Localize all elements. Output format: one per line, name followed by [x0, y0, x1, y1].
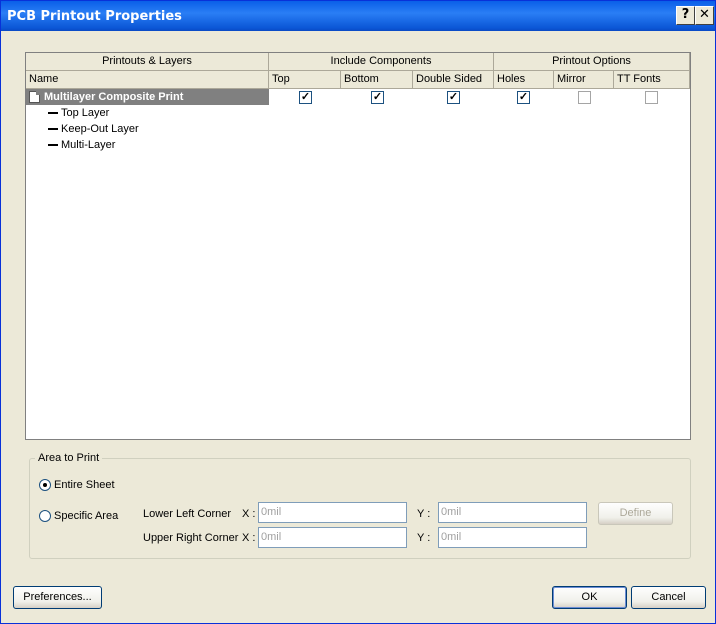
column-holes[interactable]: Holes	[494, 71, 554, 89]
column-mirror[interactable]: Mirror	[554, 71, 614, 89]
row-name: Top Layer	[61, 107, 110, 119]
row-name: Multi-Layer	[61, 139, 116, 151]
row-name-cell[interactable]: Multi-Layer	[26, 137, 269, 153]
row-name-cell[interactable]: Keep-Out Layer	[26, 121, 269, 137]
lower-left-corner-label: Lower Left Corner	[143, 508, 232, 520]
title-bar[interactable]: PCB Printout Properties ? ✕	[1, 1, 715, 31]
column-top[interactable]: Top	[269, 71, 341, 89]
column-name[interactable]: Name	[26, 71, 269, 89]
checkbox-tt-fonts[interactable]	[645, 91, 658, 104]
row-name-cell[interactable]: Multilayer Composite Print	[26, 89, 269, 105]
header-printout-options: Printout Options	[494, 53, 690, 71]
checkbox-bottom[interactable]: ✓	[371, 91, 384, 104]
layer-line-icon	[48, 144, 58, 146]
upper-right-y-input[interactable]: 0mil	[438, 527, 587, 548]
column-tt-fonts[interactable]: TT Fonts	[614, 71, 690, 89]
upper-right-corner-label: Upper Right Corner	[143, 532, 239, 544]
row-name: Multilayer Composite Print	[44, 91, 184, 103]
checkbox-top[interactable]: ✓	[299, 91, 312, 104]
checkbox-double-sided[interactable]: ✓	[447, 91, 460, 104]
lower-left-y-label: Y :	[417, 508, 431, 520]
define-button[interactable]: Define	[598, 502, 673, 525]
upper-right-x-input[interactable]: 0mil	[258, 527, 407, 548]
close-button[interactable]: ✕	[695, 6, 714, 25]
row-name-cell[interactable]: Top Layer	[26, 105, 269, 121]
layer-line-icon	[48, 128, 58, 130]
column-double-sided[interactable]: Double Sided	[413, 71, 494, 89]
entire-sheet-radio[interactable]	[39, 479, 51, 491]
checkbox-mirror[interactable]	[578, 91, 591, 104]
window-title: PCB Printout Properties	[7, 9, 182, 24]
lower-left-x-input[interactable]: 0mil	[258, 502, 407, 523]
row-name: Keep-Out Layer	[61, 123, 139, 135]
lower-left-x-label: X :	[242, 508, 256, 520]
upper-right-x-label: X :	[242, 532, 256, 544]
table-row[interactable]: Top Layer	[26, 105, 690, 121]
column-bottom[interactable]: Bottom	[341, 71, 413, 89]
specific-area-radio[interactable]	[39, 510, 51, 522]
cancel-button[interactable]: Cancel	[631, 586, 706, 609]
table-row[interactable]: Keep-Out Layer	[26, 121, 690, 137]
upper-right-y-label: Y :	[417, 532, 431, 544]
table-row[interactable]: Multi-Layer	[26, 137, 690, 153]
table-row[interactable]: Multilayer Composite Print ✓ ✓ ✓ ✓	[26, 89, 690, 105]
dialog-window: PCB Printout Properties ? ✕ Printouts & …	[0, 0, 716, 624]
layers-grid[interactable]: Printouts & Layers Include Components Pr…	[25, 52, 691, 440]
header-include-components: Include Components	[269, 53, 494, 71]
lower-left-y-input[interactable]: 0mil	[438, 502, 587, 523]
checkbox-holes[interactable]: ✓	[517, 91, 530, 104]
help-button[interactable]: ?	[676, 6, 695, 25]
header-printouts-layers: Printouts & Layers	[26, 53, 269, 71]
entire-sheet-label[interactable]: Entire Sheet	[54, 479, 115, 491]
layer-line-icon	[48, 112, 58, 114]
ok-button[interactable]: OK	[552, 586, 627, 609]
dialog-client: Printouts & Layers Include Components Pr…	[5, 31, 711, 621]
preferences-button[interactable]: Preferences...	[13, 586, 102, 609]
specific-area-label[interactable]: Specific Area	[54, 510, 118, 522]
area-to-print-label: Area to Print	[35, 452, 103, 464]
document-icon	[29, 91, 40, 103]
